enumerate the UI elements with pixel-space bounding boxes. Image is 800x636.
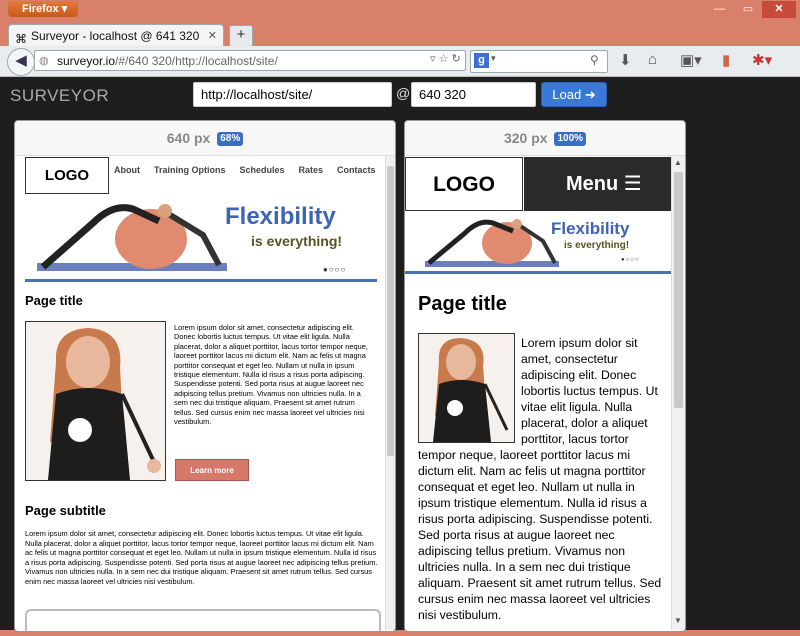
nav-schedules[interactable]: Schedules: [240, 165, 285, 175]
yoga-ball-image: [37, 204, 227, 271]
banner-subtitle: is everything!: [564, 240, 630, 251]
url-path: /#/640 320/http://localhost/site/: [115, 54, 278, 68]
url-controls[interactable]: ▿ ☆ ↻: [430, 52, 461, 65]
app-logo: SURVEYOR: [10, 86, 110, 105]
scroll-up-icon[interactable]: ▲: [674, 158, 682, 167]
scroll-down-icon[interactable]: ▼: [674, 616, 682, 625]
site-identity-icon[interactable]: ◍: [39, 54, 49, 67]
reload-icon[interactable]: ↻: [452, 53, 461, 65]
page-subtitle: Page subtitle: [25, 503, 106, 518]
bookmarks-icon[interactable]: ▣▾: [680, 51, 702, 69]
download-icon[interactable]: ⬇: [619, 51, 632, 69]
load-button[interactable]: Load ➜: [541, 82, 607, 107]
trainer-image: [48, 328, 161, 480]
minimize-button[interactable]: —: [706, 1, 733, 18]
firefox-menu-button[interactable]: Firefox ▾: [8, 1, 78, 17]
tab-surveyor[interactable]: ⌘ Surveyor - localhost @ 641 320 ✕: [8, 24, 224, 46]
page-body-text: Lorem ipsum dolor sit amet, consectetur …: [418, 335, 666, 623]
menu-label: Menu: [566, 173, 619, 195]
maximize-button[interactable]: ▭: [735, 1, 761, 18]
viewport-panel-320: 320 px 100% ▲ ▼ LOGO Menu ☰ Flexibility …: [404, 120, 686, 632]
addon-icon[interactable]: ▮: [722, 51, 730, 69]
banner-subtitle: is everything!: [251, 233, 343, 249]
new-tab-button[interactable]: +: [229, 25, 253, 47]
next-section-box: [25, 609, 381, 631]
zoom-badge: 100%: [554, 132, 587, 147]
scrollbar-thumb[interactable]: [387, 166, 394, 456]
close-tab-icon[interactable]: ✕: [208, 25, 217, 47]
home-icon[interactable]: ⌂: [648, 51, 657, 68]
scrollbar[interactable]: ▲ ▼: [671, 156, 685, 630]
yoga-ball-image: [425, 219, 559, 267]
nav-training-options[interactable]: Training Options: [154, 165, 226, 175]
subtitle-body-text: Lorem ipsum dolor sit amet, consectetur …: [25, 529, 378, 586]
hamburger-icon: ☰: [623, 173, 642, 195]
address-bar[interactable]: surveyor.io/#/640 320/http://localhost/s…: [34, 50, 466, 71]
search-magnifier-icon[interactable]: ⚲: [590, 53, 599, 67]
banner: Flexibility is everything! ●○○○: [405, 213, 671, 274]
circle-arrow-right-icon: ➜: [584, 87, 596, 102]
close-window-button[interactable]: ✕: [762, 1, 796, 18]
banner-title: Flexibility: [225, 203, 336, 230]
banner: Flexibility is everything! ●○○○: [25, 195, 377, 282]
site-logo[interactable]: LOGO: [25, 157, 109, 194]
site-logo[interactable]: LOGO: [405, 157, 523, 211]
learn-more-button[interactable]: Learn more: [175, 459, 249, 481]
banner-title: Flexibility: [551, 219, 630, 238]
google-search-icon[interactable]: g: [474, 53, 489, 68]
back-arrow-icon: ◀: [15, 52, 27, 69]
carousel-dots[interactable]: ●○○○: [621, 257, 640, 263]
scrollbar-thumb[interactable]: [674, 172, 683, 408]
window-titlebar: [0, 0, 800, 20]
panel-width-label: 320 px: [503, 130, 548, 146]
page-body-text: Lorem ipsum dolor sit amet, consectetur …: [174, 323, 368, 427]
site-nav: About Training Options Schedules Rates Conta…: [114, 165, 390, 175]
sizes-input[interactable]: [411, 82, 536, 107]
back-button[interactable]: ◀: [7, 48, 35, 76]
at-separator: @: [396, 85, 411, 101]
panel-header: 640 px 68%: [15, 121, 395, 156]
nav-rates[interactable]: Rates: [299, 165, 324, 175]
page-title: Page title: [418, 293, 507, 315]
trainer-photo: [25, 321, 166, 481]
zoom-badge: 68%: [217, 132, 244, 147]
firebug-icon[interactable]: ✱▾: [752, 51, 772, 69]
viewport-panel-640: 640 px 68% LOGO About Training Options Sch…: [14, 120, 396, 632]
nav-contacts[interactable]: Contacts: [337, 165, 376, 175]
tab-title: Surveyor - localhost @ 641 320: [31, 29, 200, 43]
url-input[interactable]: [193, 82, 392, 107]
url-host: surveyor.io: [57, 54, 116, 68]
menu-button[interactable]: Menu ☰: [524, 157, 671, 211]
panel-width-label: 640 px: [166, 130, 211, 146]
search-engine-dropdown-icon[interactable]: ▾: [491, 53, 496, 64]
panel-header: 320 px 100%: [405, 121, 685, 156]
nav-about[interactable]: About: [114, 165, 140, 175]
carousel-dots[interactable]: ●○○○: [323, 265, 346, 274]
page-title: Page title: [25, 293, 83, 308]
firefox-menu-label: Firefox: [22, 3, 59, 15]
load-label: Load: [552, 87, 582, 102]
scrollbar[interactable]: [385, 156, 395, 630]
